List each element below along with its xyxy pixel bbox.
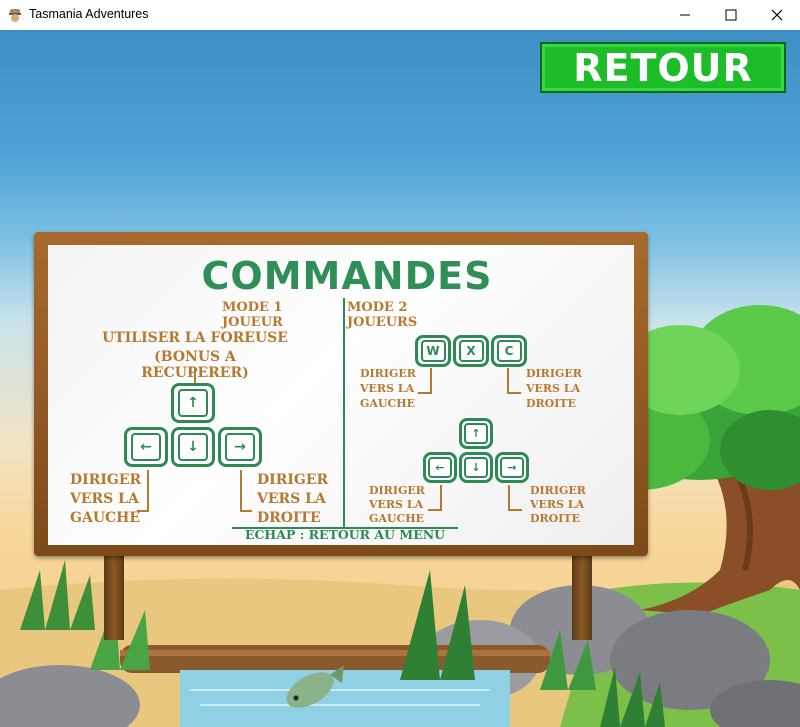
arrow-down-icon: ↓ (464, 456, 488, 479)
sign-post-left (104, 550, 124, 640)
close-icon (771, 9, 783, 21)
mode2-heading: MODE 2 JOUEURS (347, 300, 418, 330)
key-arrow-up-p1: ↑ (171, 383, 215, 423)
right-label-wxc-l1: DIRIGER (526, 367, 582, 380)
key-w: W (415, 335, 451, 367)
key-c: C (491, 335, 527, 367)
key-w-label: W (420, 339, 446, 363)
retour-button[interactable]: RETOUR (540, 42, 786, 93)
maximize-icon (725, 9, 737, 21)
key-arrow-down-p1: ↓ (171, 427, 215, 467)
arrow-up-icon: ↑ (177, 389, 209, 417)
key-arrow-left-p2: ← (423, 452, 457, 483)
left-label-p1-l3: GAUCHE (70, 510, 141, 526)
left-label-p2-l1: DIRIGER (369, 484, 425, 497)
left-label-wxc-l2: VERS LA (360, 382, 415, 395)
connector-left-wxc (418, 368, 432, 394)
mode1-heading: MODE 1 JOUEUR (222, 300, 283, 330)
left-label-p2-l2: VERS LA (369, 498, 424, 511)
arrow-left-icon: ← (428, 456, 452, 479)
minimize-button[interactable] (662, 0, 708, 30)
right-label-p1-l2: VERS LA (257, 491, 326, 507)
right-label-p1-l3: DROITE (257, 510, 321, 526)
app-icon (9, 9, 21, 22)
sign-post-right (572, 550, 592, 640)
connector-right-p1 (240, 470, 252, 512)
key-x: X (453, 335, 489, 367)
key-arrow-right-p1: → (218, 427, 262, 467)
key-c-label: C (496, 339, 522, 363)
arrow-right-icon: → (224, 433, 256, 461)
close-button[interactable] (754, 0, 800, 30)
arrow-left-icon: ← (130, 433, 162, 461)
arrow-up-icon: ↑ (464, 422, 488, 445)
connector-foreuse (194, 368, 196, 384)
minimize-icon (680, 14, 690, 16)
right-label-wxc-l2: VERS LA (526, 382, 581, 395)
window-title: Tasmania Adventures (29, 7, 149, 21)
right-label-wxc-l3: DROITE (526, 397, 576, 410)
maximize-button[interactable] (708, 0, 754, 30)
arrow-right-icon: → (500, 456, 524, 479)
left-label-wxc-l3: GAUCHE (360, 397, 416, 410)
right-label-p2-l2: VERS LA (530, 498, 585, 511)
board-title: COMMANDES (201, 254, 493, 298)
connector-right-wxc (507, 368, 521, 394)
key-arrow-left-p1: ← (124, 427, 168, 467)
right-label-p1-l1: DIRIGER (257, 472, 329, 488)
window-titlebar: Tasmania Adventures (0, 0, 800, 30)
right-label-p2-l3: DROITE (530, 512, 580, 525)
key-x-label: X (458, 339, 484, 363)
left-label-p1-l2: VERS LA (70, 491, 139, 507)
connector-right-p2 (508, 485, 522, 511)
left-label-wxc-l1: DIRIGER (360, 367, 416, 380)
board-vertical-divider (343, 298, 345, 528)
key-arrow-right-p2: → (495, 452, 529, 483)
game-scene: COMMANDES MODE 1 JOUEUR MODE 2 JOUEURS U… (0, 30, 800, 727)
arrow-down-icon: ↓ (177, 433, 209, 461)
left-label-p1-l1: DIRIGER (70, 472, 142, 488)
right-label-p2-l1: DIRIGER (530, 484, 586, 497)
left-label-p2-l3: GAUCHE (369, 512, 425, 525)
foreuse-label-line1: UTILISER LA FOREUSE (102, 330, 288, 346)
footer-escape-hint: ECHAP : RETOUR AU MENU (244, 527, 446, 542)
key-arrow-up-p2: ↑ (459, 418, 493, 449)
key-arrow-down-p2: ↓ (459, 452, 493, 483)
connector-left-p2 (428, 485, 442, 511)
